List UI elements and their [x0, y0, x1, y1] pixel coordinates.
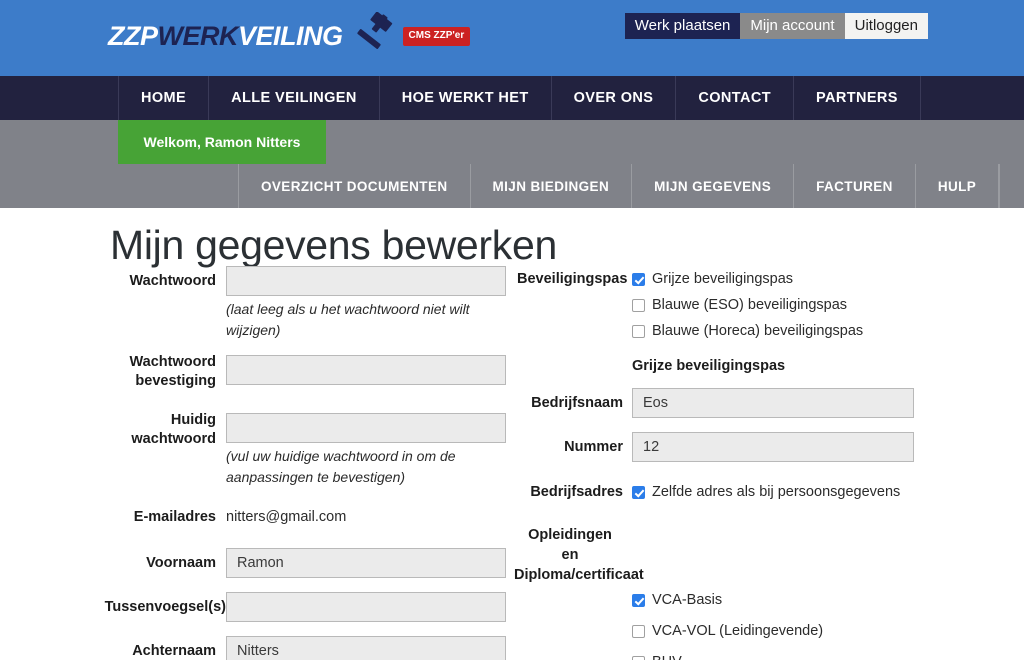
checkbox-label-blauwe-horeca-beveiligingspas[interactable]: Blauwe (Horeca) beveiligingspas	[652, 323, 863, 339]
account-navigation-band: Welkom, Ramon Nitters OVERZICHT DOCUMENT…	[0, 120, 1024, 208]
site-header: ZZPWERKVEILING CMS ZZP'er Werk plaatsen …	[0, 0, 1024, 76]
site-logo[interactable]: ZZPWERKVEILING CMS ZZP'er	[108, 12, 471, 60]
label-wachtwoord-bevestiging-line2: bevestiging	[135, 373, 216, 389]
logo-text-veiling: VEILING	[238, 20, 343, 51]
label-achternaam: Achternaam	[132, 643, 216, 659]
checkbox-row-vca-vol[interactable]: VCA-VOL (Leidingevende)	[632, 618, 937, 644]
label-opleidingen-line2: en	[561, 547, 579, 563]
form-column-left: Wachtwoord (laat leeg als u het wachtwoo…	[105, 266, 510, 660]
checkbox-label-vca-vol[interactable]: VCA-VOL (Leidingevende)	[652, 623, 823, 639]
werk-plaatsen-button[interactable]: Werk plaatsen	[624, 13, 741, 39]
label-opleidingen-diploma: Opleidingen en Diploma/certificaat	[514, 525, 644, 585]
checkbox-row-bhv[interactable]: BHV	[632, 649, 937, 660]
checkbox-vca-basis[interactable]	[632, 593, 645, 607]
huidig-wachtwoord-input[interactable]	[226, 413, 506, 443]
checkbox-grijze-beveiligingspas[interactable]	[632, 272, 645, 286]
sub-nav-item-hulp[interactable]: HULP	[916, 164, 1000, 208]
cms-badge: CMS ZZP'er	[402, 26, 471, 46]
form-column-right: Beveiligingspas Grijze beveiligingspas B…	[514, 266, 937, 660]
tussenvoegsel-input[interactable]	[226, 592, 506, 622]
checkbox-vca-vol[interactable]	[632, 624, 645, 638]
sub-nav-item-facturen[interactable]: FACTUREN	[794, 164, 916, 208]
field-row-voornaam: Voornaam	[110, 548, 510, 578]
label-voornaam: Voornaam	[146, 555, 216, 571]
field-row-opleidingen: Opleidingen en Diploma/certificaat	[514, 525, 937, 589]
checkbox-label-vca-basis[interactable]: VCA-Basis	[652, 592, 722, 608]
checkbox-label-bhv[interactable]: BHV	[652, 654, 682, 660]
sub-nav-filler	[999, 164, 1001, 208]
field-row-bedrijfsnaam: Bedrijfsnaam	[517, 388, 937, 418]
field-row-emailadres: E-mailadres nitters@gmail.com	[110, 502, 510, 532]
nummer-input[interactable]	[632, 432, 914, 462]
gavel-icon	[351, 12, 399, 60]
checkbox-row-zelfde-adres[interactable]: Zelfde adres als bij persoonsgegevens	[632, 479, 937, 505]
checkbox-label-blauwe-eso-beveiligingspas[interactable]: Blauwe (ESO) beveiligingspas	[652, 297, 847, 313]
checkbox-row-grijze-beveiligingspas[interactable]: Grijze beveiligingspas	[632, 266, 937, 292]
logo-text-zzp: ZZP	[108, 20, 158, 51]
field-row-wachtwoord-bevestiging: Wachtwoord bevestiging	[110, 354, 510, 389]
welcome-tab[interactable]: Welkom, Ramon Nitters	[118, 120, 326, 164]
checkbox-blauwe-horeca-beveiligingspas[interactable]	[632, 324, 645, 338]
checkbox-bhv[interactable]	[632, 655, 645, 660]
label-wachtwoord-bevestiging-line1: Wachtwoord	[129, 354, 216, 370]
bedrijfsnaam-input[interactable]	[632, 388, 914, 418]
nav-item-alle-veilingen[interactable]: ALLE VEILINGEN	[209, 76, 380, 120]
wachtwoord-bevestiging-input[interactable]	[226, 355, 506, 385]
label-bedrijfsadres: Bedrijfsadres	[530, 484, 623, 500]
emailadres-value: nitters@gmail.com	[226, 509, 347, 525]
label-huidig-wachtwoord: Huidig wachtwoord	[110, 411, 216, 449]
checkbox-label-zelfde-adres[interactable]: Zelfde adres als bij persoonsgegevens	[652, 484, 900, 500]
label-nummer: Nummer	[564, 439, 623, 455]
sub-nav-item-mijn-gegevens[interactable]: MIJN GEGEVENS	[632, 164, 795, 208]
label-beveiligingspas: Beveiligingspas	[517, 271, 628, 287]
label-wachtwoord: Wachtwoord	[129, 273, 216, 289]
account-sub-navigation: OVERZICHT DOCUMENTEN MIJN BIEDINGEN MIJN…	[0, 164, 1001, 208]
checkbox-row-blauwe-horeca-beveiligingspas[interactable]: Blauwe (Horeca) beveiligingspas	[632, 318, 937, 344]
uitloggen-button[interactable]: Uitloggen	[844, 13, 928, 39]
nav-item-home[interactable]: HOME	[118, 76, 210, 120]
voornaam-input[interactable]	[226, 548, 506, 578]
label-bedrijfsnaam: Bedrijfsnaam	[531, 395, 623, 411]
checkbox-zelfde-adres[interactable]	[632, 485, 645, 499]
label-huidig-wachtwoord-line2: wachtwoord	[131, 431, 216, 447]
main-navigation: HOME ALLE VEILINGEN HOE WERKT HET OVER O…	[0, 76, 1024, 120]
checkbox-label-grijze-beveiligingspas[interactable]: Grijze beveiligingspas	[652, 271, 793, 287]
sub-nav-item-overzicht-documenten[interactable]: OVERZICHT DOCUMENTEN	[238, 164, 471, 208]
nav-item-over-ons[interactable]: OVER ONS	[552, 76, 677, 120]
page-content: Mijn gegevens bewerken Wachtwoord (laat …	[0, 208, 1024, 660]
nav-item-hoe-werkt-het[interactable]: HOE WERKT HET	[380, 76, 552, 120]
field-row-nummer: Nummer	[517, 432, 937, 462]
achternaam-input[interactable]	[226, 636, 506, 660]
nav-item-contact[interactable]: CONTACT	[676, 76, 794, 120]
logo-text-werk: WERK	[157, 20, 239, 51]
header-actions: Werk plaatsen Mijn account Uitloggen	[624, 13, 928, 39]
label-wachtwoord-bevestiging: Wachtwoord bevestiging	[110, 353, 216, 391]
field-row-bedrijfsadres: Bedrijfsadres Zelfde adres als bij perso…	[517, 479, 937, 505]
heading-grijze-beveiligingspas: Grijze beveiligingspas	[632, 358, 786, 374]
page-title: Mijn gegevens bewerken	[110, 222, 557, 268]
checkbox-row-blauwe-eso-beveiligingspas[interactable]: Blauwe (ESO) beveiligingspas	[632, 292, 937, 318]
checkbox-row-vca-basis[interactable]: VCA-Basis	[632, 587, 937, 613]
hint-huidig-wachtwoord: (vul uw huidige wachtwoord in om de aanp…	[226, 448, 456, 485]
field-row-beveiligingspas: Beveiligingspas Grijze beveiligingspas	[517, 266, 937, 292]
label-emailadres: E-mailadres	[133, 509, 216, 525]
field-row-wachtwoord: Wachtwoord	[110, 266, 510, 296]
label-opleidingen-line1: Opleidingen	[528, 527, 612, 543]
label-opleidingen-line3: Diploma/certificaat	[514, 567, 644, 583]
field-row-achternaam: Achternaam	[110, 636, 510, 660]
sub-nav-item-mijn-biedingen[interactable]: MIJN BIEDINGEN	[471, 164, 633, 208]
field-row-huidig-wachtwoord: Huidig wachtwoord	[110, 412, 510, 447]
nav-item-partners[interactable]: PARTNERS	[794, 76, 921, 120]
wachtwoord-input[interactable]	[226, 266, 506, 296]
field-row-tussenvoegsel: Tussenvoegsel(s)	[105, 592, 510, 622]
logo-wordmark: ZZPWERKVEILING	[108, 20, 343, 51]
label-tussenvoegsel: Tussenvoegsel(s)	[104, 599, 226, 615]
hint-wachtwoord: (laat leeg als u het wachtwoord niet wil…	[226, 301, 470, 338]
label-huidig-wachtwoord-line1: Huidig	[170, 412, 216, 428]
checkbox-blauwe-eso-beveiligingspas[interactable]	[632, 298, 645, 312]
mijn-account-button[interactable]: Mijn account	[740, 13, 845, 39]
